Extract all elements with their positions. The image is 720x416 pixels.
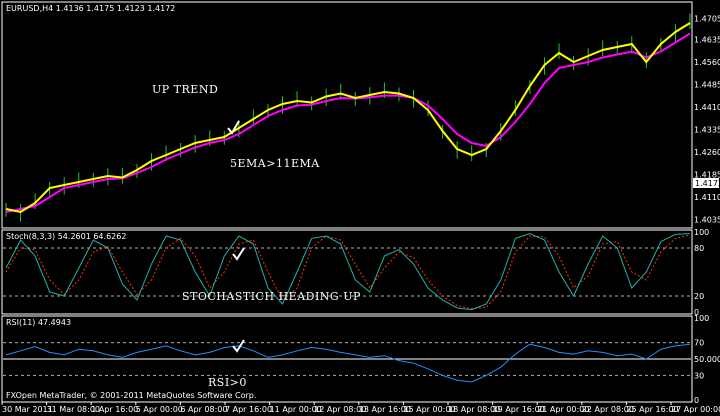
moving-averages xyxy=(5,22,691,214)
price-tick-label: 1.4110 xyxy=(694,193,720,202)
annotation-up-trend: UP TREND xyxy=(152,83,218,96)
price-tick-label: 1.4410 xyxy=(694,103,720,112)
stoch-tick-label: 100 xyxy=(694,228,709,237)
stoch-header: Stoch(8,3,3) 54.2601 64.6262 xyxy=(6,232,126,241)
rsi-tick-label: 100 xyxy=(694,314,709,323)
stoch-tick-label: 80 xyxy=(694,244,704,253)
ema5-line xyxy=(5,22,691,214)
stoch-tick-label: 20 xyxy=(694,292,704,301)
price-header: EURUSD,H4 1.4136 1.4175 1.4123 1.4172 xyxy=(6,4,175,13)
rsi-line xyxy=(5,343,691,383)
chart-window: 1.4705 1.4635 1.4560 1.4485 1.4410 1.4335 1.42… xyxy=(1,1,720,414)
price-tick-label: 1.4705 xyxy=(694,15,720,24)
price-tick-label: 1.4485 xyxy=(694,81,720,90)
annotation-stoch-up: STOCHASTICH HEADING UP xyxy=(182,290,361,303)
rsi-line xyxy=(5,343,691,383)
annotation-rsi: RSI>0 xyxy=(208,376,247,389)
indicator-level-lines xyxy=(3,247,691,376)
checkmark-icon xyxy=(232,247,245,261)
footer-copyright: FXOpen MetaTrader, © 2001-2011 MetaQuote… xyxy=(6,391,256,400)
x-axis-labels: 30 Mar 201131 Mar 08:001 Apr 16:005 Apr … xyxy=(1,402,720,414)
rsi-header: RSI(11) 47.4943 xyxy=(6,318,71,327)
time-tick-label: 7 Apr 16:00 xyxy=(225,405,272,414)
rsi-tick-label: 0 xyxy=(694,396,699,405)
price-tick-label: 1.4635 xyxy=(694,36,720,45)
rsi-tick-label: 50.0000 xyxy=(694,355,720,364)
time-tick-label: 30 Mar 2011 xyxy=(2,405,53,414)
annotation-ema-cross: 5EMA>11EMA xyxy=(230,157,320,170)
current-price-label: 1.4172 xyxy=(695,179,720,188)
price-tick-label: 1.4335 xyxy=(694,126,720,135)
rsi-tick-label: 30 xyxy=(694,371,704,380)
rsi-tick-label: 70 xyxy=(694,339,704,348)
checkmark-icon xyxy=(227,120,240,135)
time-tick-label: 1 Apr 16:00 xyxy=(91,405,138,414)
time-tick-label: 5 Apr 00:00 xyxy=(136,405,183,414)
price-tick-label: 1.4260 xyxy=(694,148,720,157)
time-tick-label: 6 Apr 08:00 xyxy=(180,405,227,414)
price-tick-label: 1.4035 xyxy=(694,216,720,225)
price-tick-label: 1.4560 xyxy=(694,58,720,67)
price-bars xyxy=(5,13,691,222)
price-panel xyxy=(1,1,693,229)
time-tick-label: 27 Apr 00:00 xyxy=(671,405,720,414)
ema11-line xyxy=(5,32,691,213)
y-axis-labels: 1.4705 1.4635 1.4560 1.4485 1.4410 1.4335 1.42… xyxy=(694,15,720,406)
